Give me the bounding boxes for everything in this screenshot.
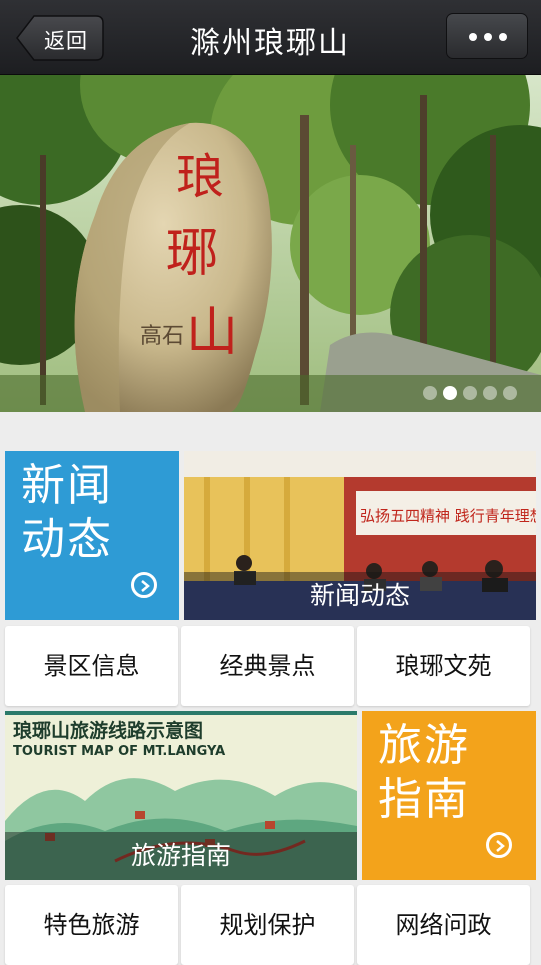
- news-tile[interactable]: 新闻动态: [5, 451, 179, 620]
- banner-text: 弘扬五四精神 践行青年理想”基层: [360, 507, 536, 525]
- hero-image: 琅 琊 高石 山: [0, 75, 541, 412]
- nav-tile-classic-spots[interactable]: 经典景点: [181, 626, 354, 706]
- rock-signature: 高石: [140, 324, 184, 349]
- navigation-bar: 返回 滁州琅琊山: [0, 0, 541, 75]
- more-dots-icon: [469, 33, 477, 41]
- tourist-map-caption: 旅游指南: [5, 832, 357, 880]
- rock-char-1: 琅: [176, 149, 224, 205]
- pager-dot-active[interactable]: [443, 386, 457, 400]
- back-label: 返回: [44, 29, 88, 53]
- back-button[interactable]: 返回: [16, 15, 104, 61]
- nav-tile-planning[interactable]: 规划保护: [181, 885, 354, 965]
- news-photo-tile[interactable]: 弘扬五四精神 践行青年理想”基层 新闻动态: [184, 451, 536, 620]
- pager-dot[interactable]: [483, 386, 497, 400]
- more-dot: [499, 33, 507, 41]
- news-tile-label: 新闻动态: [21, 460, 113, 565]
- chevron-right-circle-icon: [131, 572, 157, 598]
- pager-dot[interactable]: [463, 386, 477, 400]
- rock-char-3: 山: [186, 303, 238, 363]
- page-title: 滁州琅琊山: [190, 26, 350, 61]
- more-button[interactable]: [446, 13, 528, 59]
- pager-dot[interactable]: [423, 386, 437, 400]
- map-title-en: TOURIST MAP OF MT.LANGYA: [13, 744, 225, 759]
- more-dot: [484, 33, 492, 41]
- nav-tile-literature[interactable]: 琅琊文苑: [357, 626, 530, 706]
- chevron-right-circle-icon: [486, 832, 512, 858]
- nav-tile-scenic-info[interactable]: 景区信息: [5, 626, 178, 706]
- nav-tile-online-inquiry[interactable]: 网络问政: [357, 885, 530, 965]
- rock-char-2: 琊: [166, 224, 218, 284]
- tourist-map-tile[interactable]: 琅琊山旅游线路示意图 TOURIST MAP OF MT.LANGYA 旅游指南: [5, 711, 357, 880]
- news-photo-caption: 新闻动态: [184, 572, 536, 620]
- travel-guide-tile[interactable]: 旅游指南: [362, 711, 536, 880]
- carousel-pager: [423, 386, 517, 402]
- nav-tile-special-tours[interactable]: 特色旅游: [5, 885, 178, 965]
- hero-carousel[interactable]: 琅 琊 高石 山: [0, 75, 541, 412]
- pager-dot[interactable]: [503, 386, 517, 400]
- travel-guide-label: 旅游指南: [378, 720, 470, 825]
- map-title-cn: 琅琊山旅游线路示意图: [13, 719, 203, 742]
